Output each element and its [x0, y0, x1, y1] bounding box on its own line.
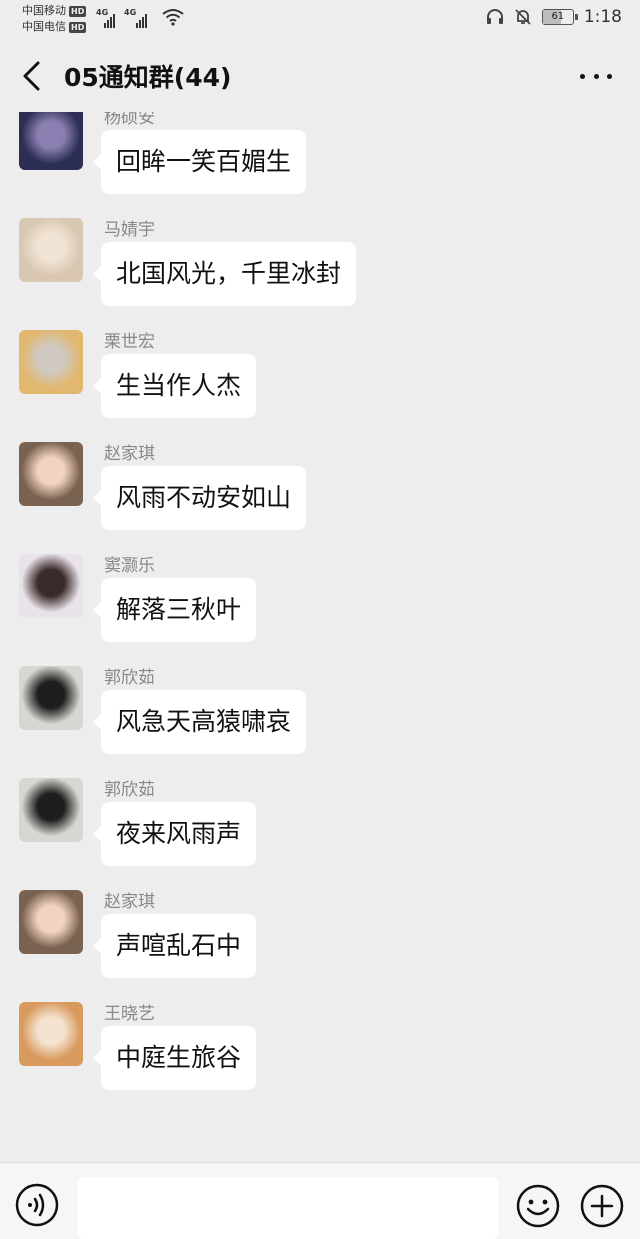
hd-badge-1: HD [69, 5, 87, 17]
chevron-left-icon [23, 61, 40, 91]
voice-button[interactable] [15, 1183, 59, 1227]
message-row: 王晓艺 中庭生旅谷 [0, 1002, 640, 1114]
signal-indicators: 4G 4G [96, 8, 152, 28]
sender-name: 赵家琪 [104, 444, 155, 464]
more-dot [607, 73, 612, 79]
more-dots-icon [580, 73, 585, 79]
headphones-icon [486, 9, 503, 24]
mute-bell-icon [515, 9, 531, 25]
sender-name: 赵家琪 [104, 892, 155, 912]
avatar[interactable] [19, 890, 83, 954]
message-bubble[interactable]: 中庭生旅谷 [92, 1026, 257, 1090]
plus-button[interactable] [579, 1183, 625, 1229]
plus-icon [580, 1184, 624, 1228]
avatar[interactable] [19, 330, 83, 394]
chat-header: 05通知群(44) [0, 38, 640, 112]
sender-name: 郭欣茹 [104, 668, 155, 688]
avatar[interactable] [19, 1002, 83, 1066]
message-row: 马婧宇 北国风光，千里冰封 [0, 218, 640, 330]
emoji-button[interactable] [515, 1183, 561, 1229]
message-row: 窦灏乐 解落三秋叶 [0, 554, 640, 666]
carrier-info: 中国移动 HD 中国电信 HD [22, 3, 87, 35]
sender-name: 郭欣茹 [104, 780, 155, 800]
chat-title: 05通知群(44) [64, 63, 232, 92]
status-bar: 中国移动 HD 中国电信 HD 4G 4G 61 1:18 [0, 0, 640, 38]
back-button[interactable] [18, 60, 48, 92]
clock: 1:18 [583, 7, 622, 27]
message-row: 栗世宏 生当作人杰 [0, 330, 640, 442]
battery-icon: 61 [541, 9, 578, 25]
message-bubble[interactable]: 解落三秋叶 [92, 578, 257, 642]
message-row: 赵家琪 风雨不动安如山 [0, 442, 640, 554]
carrier-1: 中国移动 [22, 4, 66, 17]
battery-level: 61 [551, 11, 565, 22]
message-row: 郭欣茹 风急天高猿啸哀 [0, 666, 640, 778]
network-type-1: 4G [96, 8, 109, 17]
message-bubble[interactable]: 回眸一笑百媚生 [92, 130, 307, 194]
more-button[interactable] [580, 70, 612, 82]
emoji-icon [516, 1184, 560, 1228]
avatar[interactable] [19, 666, 83, 730]
message-bubble[interactable]: 夜来风雨声 [92, 802, 257, 866]
hd-badge-2: HD [69, 21, 87, 33]
message-bubble[interactable]: 风雨不动安如山 [92, 466, 307, 530]
message-bubble[interactable]: 北国风光，千里冰封 [92, 242, 357, 306]
sender-name: 王晓艺 [104, 1004, 155, 1024]
wifi-icon [162, 9, 184, 26]
network-type-2: 4G [124, 8, 137, 17]
sender-name: 窦灏乐 [104, 556, 155, 576]
message-bubble[interactable]: 声喧乱石中 [92, 914, 257, 978]
message-list[interactable]: 回眸一笑百媚生杨硕安回眸一笑百媚生马婧宇北国风光，千里冰封栗世宏生当作人杰赵家琪… [0, 100, 640, 1162]
avatar[interactable] [19, 442, 83, 506]
sender-name: 马婧宇 [104, 220, 155, 240]
signal-icon-1: 4G [96, 8, 118, 28]
message-row: 杨硕安 回眸一笑百媚生 [0, 106, 640, 218]
message-input[interactable] [78, 1177, 498, 1239]
signal-icon-2: 4G [124, 8, 152, 28]
avatar[interactable] [19, 106, 83, 170]
message-row: 赵家琪 声喧乱石中 [0, 890, 640, 1002]
voice-icon [28, 1193, 45, 1217]
more-dot [593, 73, 599, 79]
avatar[interactable] [19, 218, 83, 282]
avatar[interactable] [19, 778, 83, 842]
sender-name: 栗世宏 [104, 332, 155, 352]
message-bubble[interactable]: 生当作人杰 [92, 354, 257, 418]
carrier-2: 中国电信 [22, 20, 66, 33]
avatar[interactable] [19, 554, 83, 618]
message-bubble[interactable]: 风急天高猿啸哀 [92, 690, 307, 754]
message-row: 郭欣茹 夜来风雨声 [0, 778, 640, 890]
input-bar [0, 1162, 640, 1239]
